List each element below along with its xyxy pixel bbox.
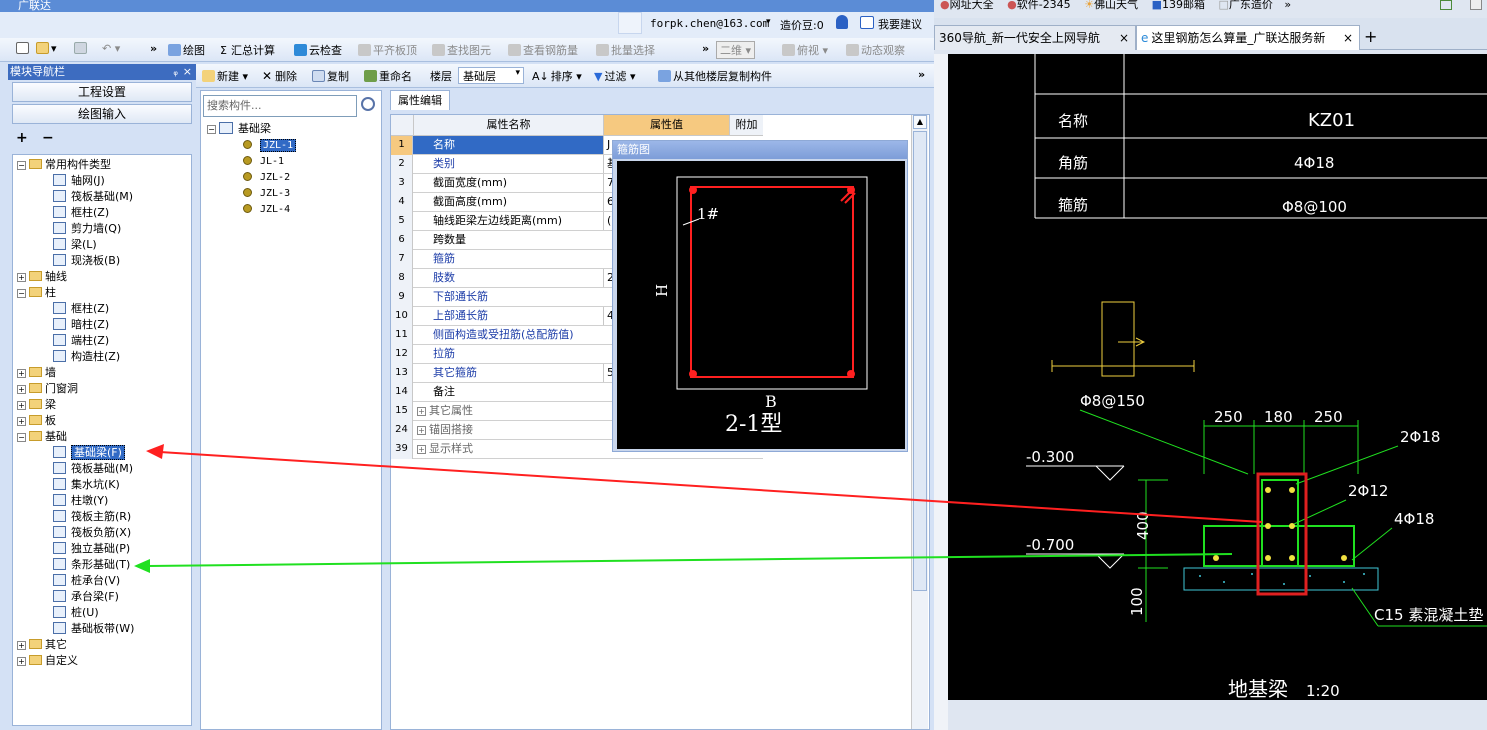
- annotation-arrows: [134, 444, 1263, 573]
- red-arrow-line: [159, 451, 1263, 523]
- red-arrowhead: [146, 444, 164, 459]
- green-arrow-line: [147, 553, 1233, 567]
- green-arrowhead: [134, 559, 150, 573]
